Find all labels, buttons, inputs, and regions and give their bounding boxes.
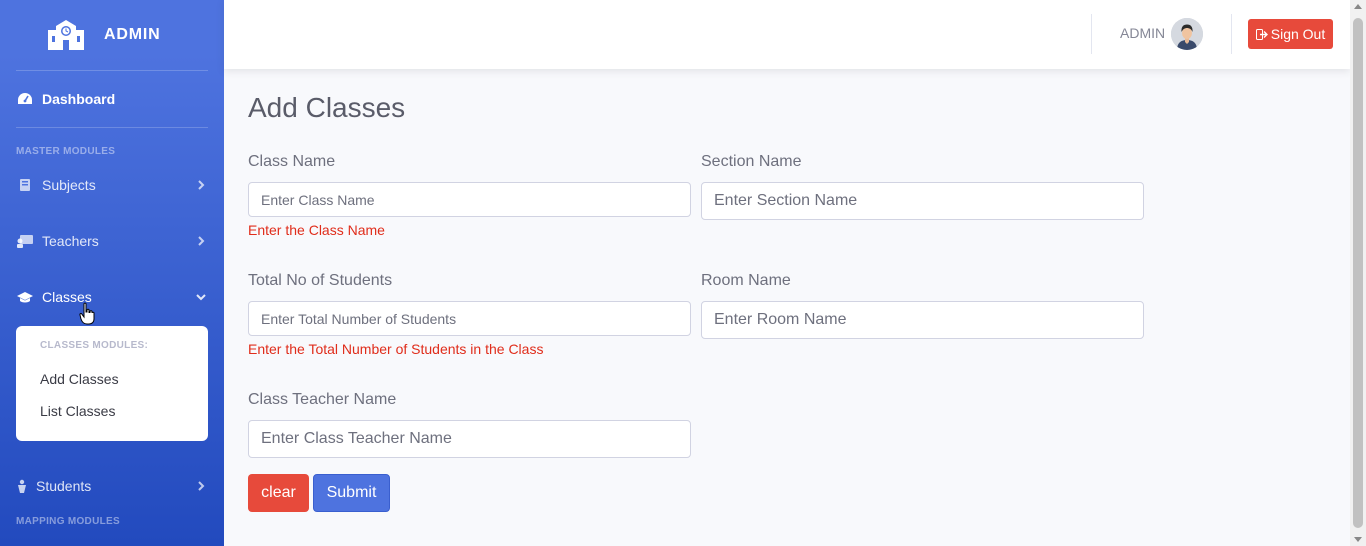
scrollbar-thumb[interactable] bbox=[1353, 18, 1363, 528]
room-name-input[interactable] bbox=[701, 301, 1144, 339]
sidebar-item-teachers[interactable]: Teachers bbox=[0, 213, 224, 269]
total-students-error: Enter the Total Number of Students in th… bbox=[248, 341, 544, 357]
topbar-divider bbox=[1091, 14, 1092, 54]
school-icon bbox=[48, 20, 84, 50]
tachometer-icon bbox=[16, 92, 34, 106]
class-name-input[interactable] bbox=[248, 182, 691, 217]
class-name-label: Class Name bbox=[248, 153, 336, 170]
user-avatar-icon bbox=[1171, 18, 1203, 50]
section-name-input[interactable] bbox=[701, 182, 1144, 220]
sidebar-item-label: Dashboard bbox=[42, 91, 116, 107]
classes-submenu: CLASSES MODULES: Add Classes List Classe… bbox=[16, 326, 208, 441]
scroll-down-arrow-icon[interactable] bbox=[1354, 537, 1362, 542]
scrollbar[interactable] bbox=[1350, 0, 1366, 546]
topbar: ADMIN Sign Out bbox=[224, 0, 1350, 69]
class-teacher-input[interactable] bbox=[248, 420, 691, 458]
room-name-label: Room Name bbox=[701, 272, 791, 289]
sidebar-item-label: Subjects bbox=[42, 177, 96, 193]
avatar[interactable] bbox=[1171, 18, 1203, 50]
submenu-item-add-classes[interactable]: Add Classes bbox=[16, 361, 208, 397]
scroll-up-arrow-icon[interactable] bbox=[1354, 4, 1362, 9]
user-name[interactable]: ADMIN bbox=[1120, 25, 1165, 41]
clear-button[interactable]: clear bbox=[248, 474, 309, 512]
sidebar-item-classes[interactable]: Classes bbox=[0, 269, 224, 325]
topbar-divider bbox=[1231, 14, 1232, 54]
chevron-right-icon bbox=[198, 236, 205, 246]
student-icon bbox=[16, 479, 28, 493]
sidebar-item-label: Teachers bbox=[42, 233, 99, 249]
submenu-item-list-classes[interactable]: List Classes bbox=[16, 393, 208, 429]
class-name-error: Enter the Class Name bbox=[248, 222, 385, 238]
chevron-down-icon bbox=[196, 294, 206, 301]
total-students-label: Total No of Students bbox=[248, 272, 393, 289]
sign-out-icon bbox=[1255, 28, 1268, 40]
submenu-heading: CLASSES MODULES: bbox=[40, 340, 149, 351]
sidebar-brand[interactable]: ADMIN bbox=[0, 0, 224, 70]
sidebar-divider bbox=[16, 127, 208, 128]
chevron-right-icon bbox=[198, 481, 205, 491]
total-students-input[interactable] bbox=[248, 301, 691, 336]
submit-button[interactable]: Submit bbox=[313, 474, 390, 512]
sidebar-heading-master: MASTER MODULES bbox=[16, 146, 116, 157]
section-name-label: Section Name bbox=[701, 153, 802, 170]
sidebar-item-students[interactable]: Students bbox=[0, 458, 224, 514]
sidebar-heading-mapping: MAPPING MODULES bbox=[16, 516, 120, 527]
hand-cursor-icon bbox=[79, 302, 95, 325]
chevron-right-icon bbox=[198, 180, 205, 190]
sidebar-item-subjects[interactable]: Subjects bbox=[0, 157, 224, 213]
sidebar-item-label: Students bbox=[36, 478, 92, 494]
book-icon bbox=[16, 178, 34, 192]
sign-out-label: Sign Out bbox=[1270, 26, 1326, 42]
sidebar: ADMIN Dashboard MASTER MODULES Subjects … bbox=[0, 0, 224, 546]
page-title: Add Classes bbox=[248, 92, 406, 123]
brand-name: ADMIN bbox=[104, 26, 161, 43]
graduation-cap-icon bbox=[16, 290, 34, 304]
chalkboard-teacher-icon bbox=[16, 234, 34, 248]
sign-out-button[interactable]: Sign Out bbox=[1248, 19, 1333, 49]
sidebar-item-dashboard[interactable]: Dashboard bbox=[0, 71, 224, 127]
class-teacher-label: Class Teacher Name bbox=[248, 391, 397, 408]
